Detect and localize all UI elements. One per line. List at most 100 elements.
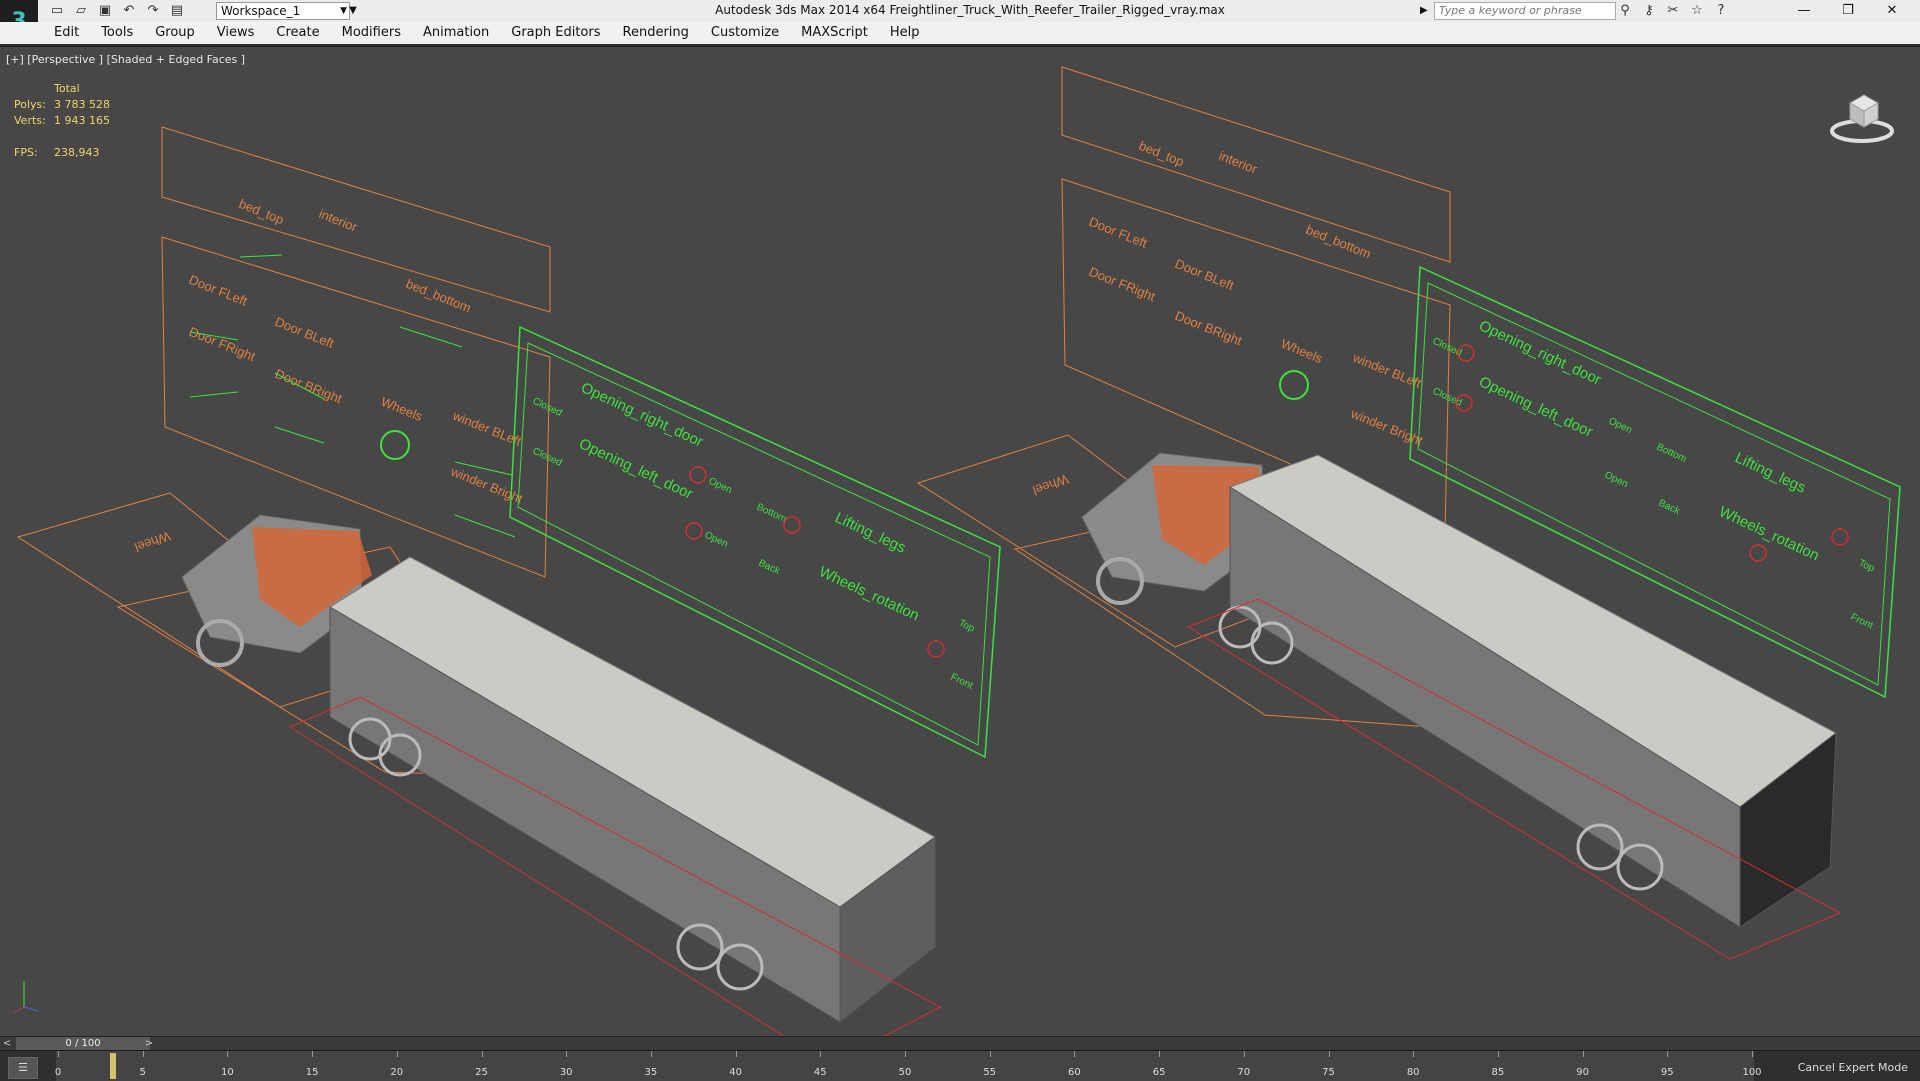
label-back-r[interactable]: Back [1657, 498, 1683, 518]
label-wheels[interactable]: Wheels [379, 394, 425, 424]
menu-item-graph-editors[interactable]: Graph Editors [511, 25, 600, 40]
redo-icon[interactable]: ↷ [144, 2, 162, 20]
slider-lifting-legs[interactable] [783, 516, 801, 534]
save-icon[interactable]: ▣ [96, 2, 114, 20]
menu-item-group[interactable]: Group [155, 25, 195, 40]
menu-item-edit[interactable]: Edit [54, 25, 79, 40]
frame-indicator[interactable]: 0 / 100 [16, 1037, 150, 1051]
next-frame-button[interactable]: > [142, 1037, 156, 1051]
help-icon[interactable]: ? [1712, 2, 1730, 20]
viewcube-icon[interactable] [1826, 79, 1898, 151]
maximize-icon[interactable]: ❐ [1826, 0, 1870, 22]
ruler-tick-label: 70 [1237, 1067, 1251, 1078]
label-interior[interactable]: interior [317, 206, 360, 235]
menu-item-customize[interactable]: Customize [711, 25, 779, 40]
key-icon[interactable]: ⚷ [1640, 2, 1658, 20]
slider-wheels-rotation-r[interactable] [1749, 544, 1767, 562]
track-ruler[interactable]: 0 5 10 15 20 25 30 35 40 45 50 55 60 65 70 75 80 85 90 95 10… [55, 1051, 1762, 1081]
label-lifting-legs-r[interactable]: Lifting_legs [1732, 449, 1808, 496]
label-opening-left-door-r[interactable]: Opening_left_door [1476, 373, 1595, 441]
workspace-menu-arrow[interactable]: ▼ [346, 2, 360, 20]
label-wheel[interactable]: Wheel [133, 529, 173, 556]
label-open-1-r[interactable]: Open [1607, 416, 1634, 436]
workspace-select[interactable]: Workspace_1 ▼ [216, 2, 350, 20]
undo-icon[interactable]: ↶ [120, 2, 138, 20]
ruler-tick [396, 1051, 398, 1057]
menu-item-animation[interactable]: Animation [423, 25, 489, 40]
label-bed-bottom-r[interactable]: bed_bottom [1304, 222, 1373, 262]
mini-curve-editor-icon[interactable]: ☰ [8, 1057, 38, 1079]
menu-item-modifiers[interactable]: Modifiers [342, 25, 401, 40]
label-door-fleft[interactable]: Door FLeft [187, 272, 250, 309]
workspace-value: Workspace_1 [221, 4, 301, 18]
open-icon[interactable]: ▱ [72, 2, 90, 20]
current-frame-marker[interactable] [110, 1053, 116, 1079]
label-front[interactable]: Front [949, 672, 975, 692]
menu-item-help[interactable]: Help [890, 25, 920, 40]
slider-left-door[interactable] [685, 522, 703, 540]
label-open-2[interactable]: Open [703, 530, 730, 550]
label-closed-1[interactable]: Closed [531, 396, 564, 419]
ruler-tick [650, 1051, 652, 1057]
tools-icon[interactable]: ✂ [1664, 2, 1682, 20]
label-wheel-r[interactable]: Wheel [1031, 472, 1071, 499]
minimize-icon[interactable]: — [1782, 0, 1826, 22]
new-icon[interactable]: ▭ [48, 2, 66, 20]
label-bed-bottom[interactable]: bed_bottom [404, 276, 473, 316]
slider-lifting-legs-r[interactable] [1831, 528, 1849, 546]
label-opening-right-door[interactable]: Opening_right_door [578, 379, 705, 450]
prev-frame-button[interactable]: < [0, 1037, 14, 1051]
label-top-r[interactable]: Top [1857, 558, 1877, 575]
label-open-1[interactable]: Open [707, 476, 734, 496]
menu-item-maxscript[interactable]: MAXScript [801, 25, 868, 40]
label-back[interactable]: Back [757, 558, 783, 578]
binoculars-icon[interactable]: ⚲ [1616, 2, 1634, 20]
label-bottom-r[interactable]: Bottom [1655, 442, 1688, 465]
menu-item-tools[interactable]: Tools [101, 25, 133, 40]
ruler-tick [735, 1051, 737, 1057]
label-open-2-r[interactable]: Open [1603, 470, 1630, 490]
label-door-fright[interactable]: Door FRight [187, 324, 258, 364]
label-top[interactable]: Top [957, 618, 977, 635]
close-icon[interactable]: ✕ [1870, 0, 1914, 22]
label-door-fright-r[interactable]: Door FRight [1087, 264, 1158, 304]
wheels-control-icon[interactable] [380, 430, 410, 460]
search-expand-icon[interactable]: ▶ [1420, 2, 1432, 20]
ruler-tick-label: 45 [813, 1067, 827, 1078]
search-input[interactable]: Type a keyword or phrase [1434, 2, 1616, 20]
ruler-tick [227, 1051, 229, 1057]
menu-item-rendering[interactable]: Rendering [623, 25, 689, 40]
label-wheels-rotation[interactable]: Wheels_rotation [816, 563, 921, 624]
cancel-expert-mode-button[interactable]: Cancel Expert Mode [1798, 1061, 1908, 1074]
project-icon[interactable]: ▤ [168, 2, 186, 20]
label-lifting-legs[interactable]: Lifting_legs [832, 509, 908, 556]
ruler-tick [989, 1051, 991, 1057]
label-winder-bleft[interactable]: winder BLeft [450, 407, 524, 448]
label-wheels-rotation-r[interactable]: Wheels_rotation [1716, 503, 1821, 564]
menu-item-views[interactable]: Views [217, 25, 255, 40]
menu-item-create[interactable]: Create [276, 25, 319, 40]
ruler-tick [481, 1051, 483, 1057]
label-door-bleft[interactable]: Door BLeft [273, 314, 337, 351]
label-front-r[interactable]: Front [1849, 612, 1875, 632]
label-bottom[interactable]: Bottom [755, 502, 788, 525]
label-door-bright-r[interactable]: Door BRight [1173, 308, 1245, 349]
label-interior-r[interactable]: interior [1217, 148, 1260, 177]
menu-bar: Edit Tools Group Views Create Modifiers Animat… [0, 22, 1920, 44]
slider-wheels-rotation[interactable] [927, 640, 945, 658]
label-wheels-r[interactable]: Wheels [1279, 336, 1325, 366]
label-opening-left-door[interactable]: Opening_left_door [576, 435, 695, 503]
time-slider[interactable]: < 0 / 100 > [0, 1036, 1920, 1051]
label-bed-top[interactable]: bed_top [237, 196, 286, 228]
label-bed-top-r[interactable]: bed_top [1137, 138, 1186, 170]
label-door-bleft-r[interactable]: Door BLeft [1173, 256, 1237, 293]
star-icon[interactable]: ☆ [1688, 2, 1706, 20]
label-door-fleft-r[interactable]: Door FLeft [1087, 214, 1150, 251]
perspective-viewport[interactable]: [+] [Perspective ] [Shaded + Edged Faces… [0, 46, 1920, 1037]
label-winder-bleft-r[interactable]: winder BLeft [1350, 349, 1424, 390]
slider-right-door[interactable] [689, 466, 707, 484]
wheels-control-icon-r[interactable] [1279, 370, 1309, 400]
label-door-bright[interactable]: Door BRight [273, 366, 345, 407]
label-winder-bright[interactable]: winder Bright [448, 463, 525, 506]
label-winder-bright-r[interactable]: winder Bright [1348, 405, 1425, 448]
